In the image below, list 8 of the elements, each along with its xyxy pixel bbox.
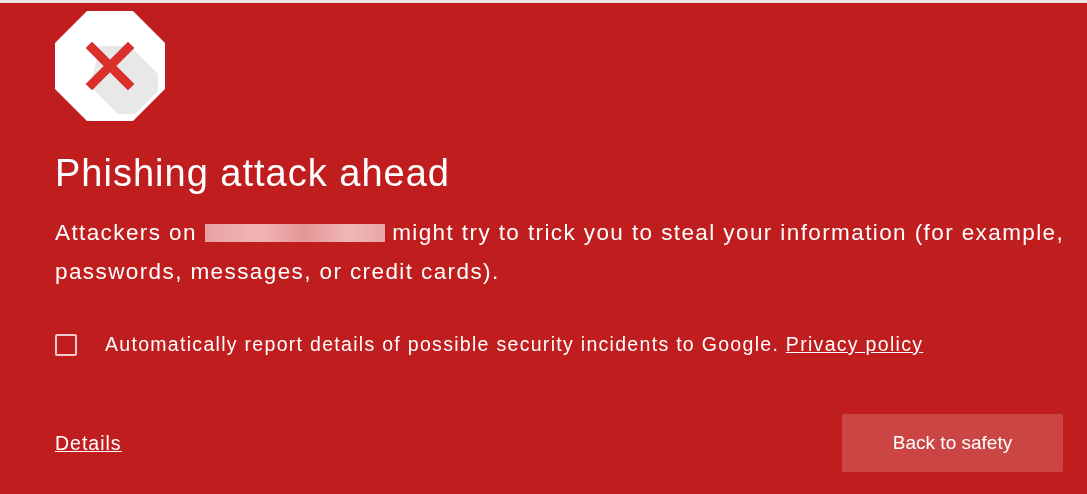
privacy-policy-link[interactable]: Privacy policy	[785, 333, 924, 355]
back-to-safety-button[interactable]: Back to safety	[842, 414, 1063, 472]
stop-sign-icon	[55, 11, 165, 121]
warning-title: Phishing attack ahead	[55, 151, 451, 195]
details-link[interactable]: Details	[55, 431, 122, 455]
report-checkbox[interactable]	[55, 333, 77, 356]
report-label: Automatically report details of possible security incidents to Google. Privacy policy	[105, 333, 924, 356]
warning-message: Attackers on might try to trick you to steal your information (for example, passwords, messages, or credit cards).	[55, 219, 1066, 286]
